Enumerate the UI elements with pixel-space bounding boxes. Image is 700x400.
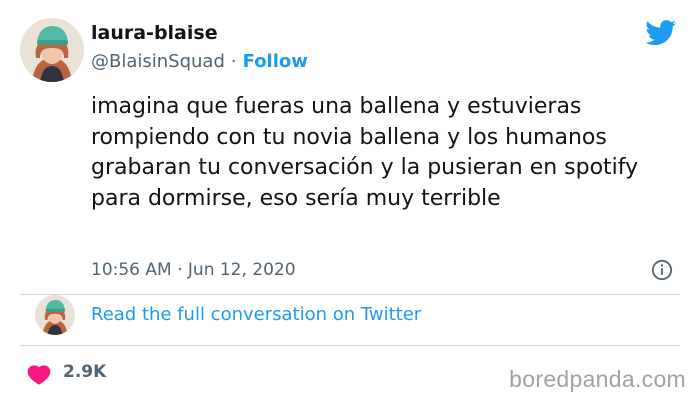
author-display-name[interactable]: laura-blaise [91, 22, 218, 44]
tweet-timestamp[interactable]: 10:56 AM · Jun 12, 2020 [91, 260, 296, 280]
like-count[interactable]: 2.9K [63, 362, 106, 382]
twitter-bird-icon[interactable] [645, 20, 677, 46]
author-handle-row: @BlaisinSquad · Follow [91, 51, 308, 72]
divider [20, 345, 680, 346]
handle-separator: · [230, 51, 237, 72]
avatar-image [20, 18, 84, 82]
read-conversation-link[interactable]: Read the full conversation on Twitter [91, 304, 421, 325]
tweet-card: laura-blaise @BlaisinSquad · Follow imagin… [0, 0, 700, 400]
divider [20, 294, 680, 295]
conversation-avatar[interactable] [35, 295, 75, 335]
tweet-text: imagina que fueras una ballena y estuvie… [91, 94, 639, 211]
avatar-image [35, 295, 75, 335]
info-icon[interactable] [651, 259, 673, 281]
author-avatar[interactable] [20, 18, 84, 82]
heart-icon[interactable] [27, 363, 51, 385]
author-handle[interactable]: @BlaisinSquad [91, 51, 225, 72]
follow-button[interactable]: Follow [243, 51, 308, 72]
watermark: boredpanda.com [509, 366, 686, 392]
